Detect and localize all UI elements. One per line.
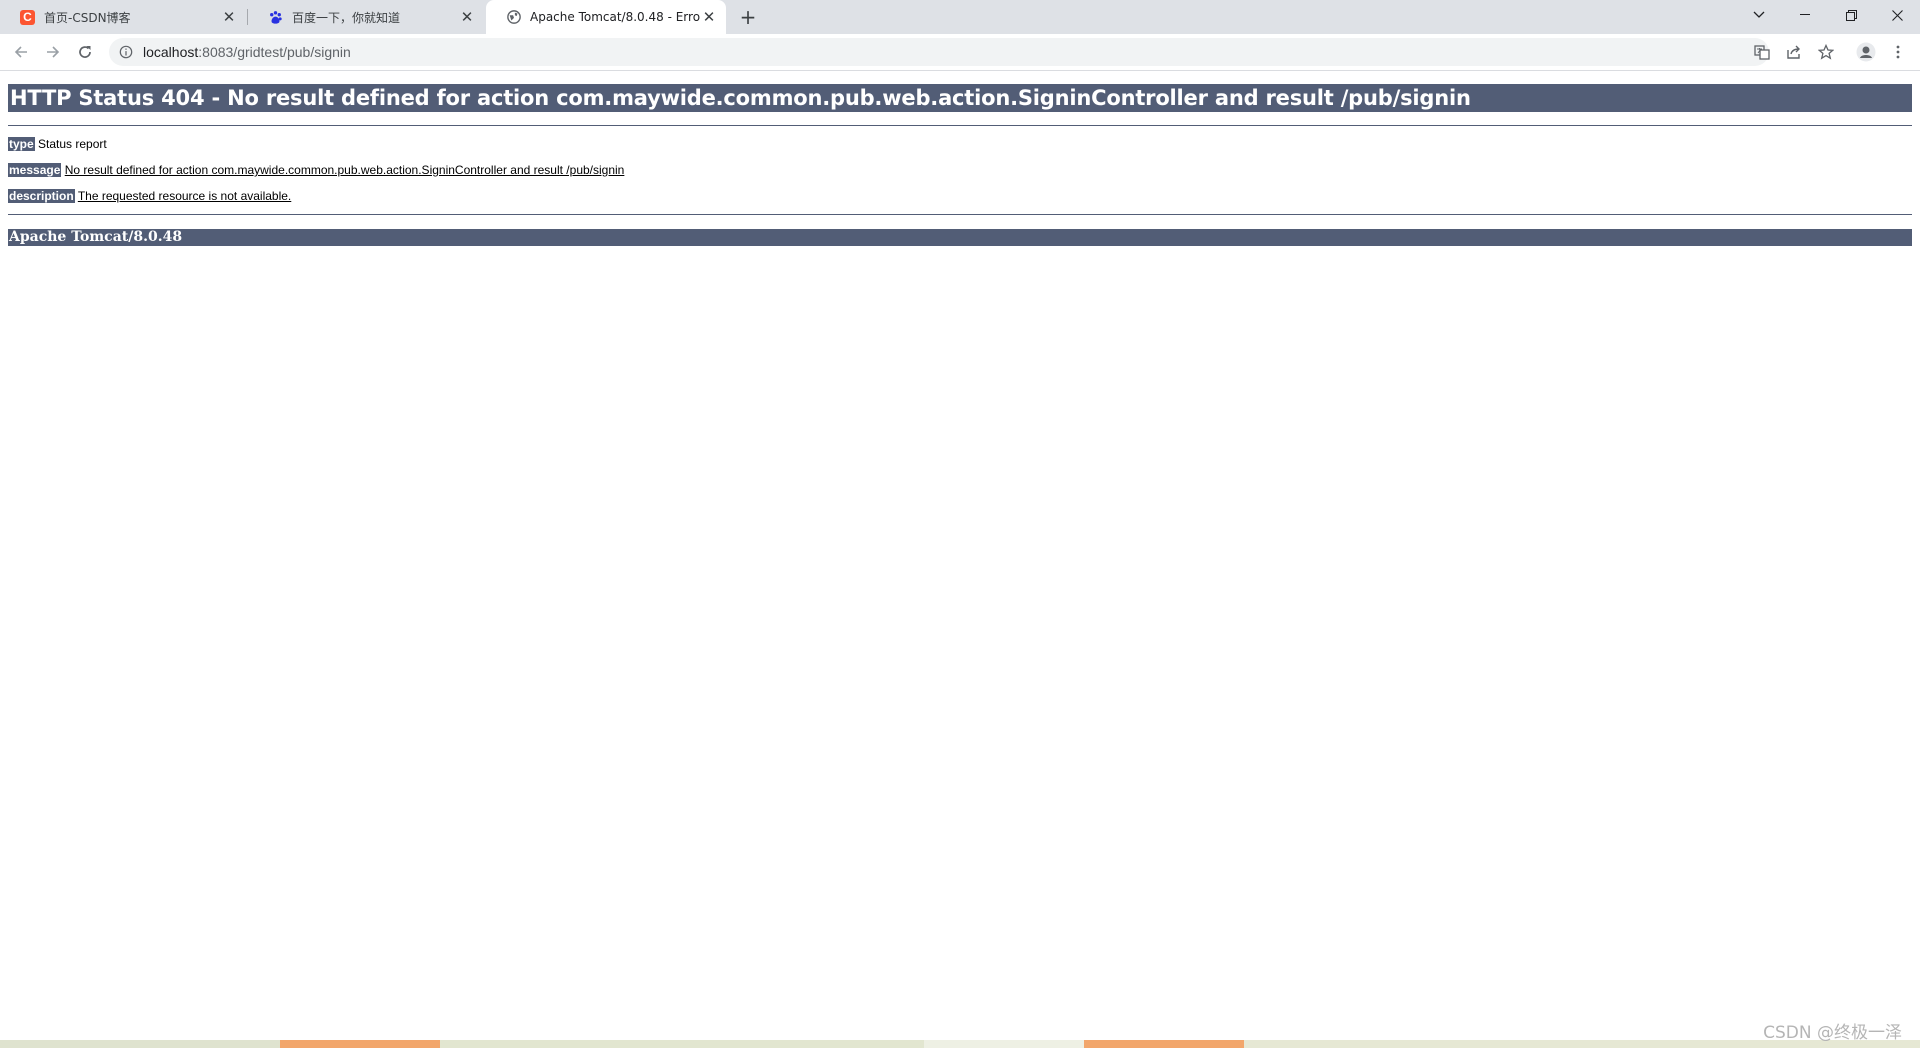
- arrow-right-icon: [47, 46, 60, 58]
- address-url: localhost:8083/gridtest/pub/signin: [143, 44, 351, 60]
- tab-tomcat-error[interactable]: Apache Tomcat/8.0.48 - Error r ✕: [486, 0, 726, 34]
- new-tab-button[interactable]: +: [738, 7, 758, 27]
- message-row: message No result defined for action com…: [8, 162, 1912, 178]
- translate-icon: [1754, 45, 1770, 60]
- back-button[interactable]: [7, 38, 35, 66]
- close-window-button[interactable]: [1874, 0, 1920, 30]
- close-tab-icon[interactable]: ✕: [458, 8, 476, 26]
- tab-strip: C 首页-CSDN博客 ✕ 百度一下，你就知道 ✕ Apache Tomcat/…: [0, 0, 1920, 34]
- forward-button[interactable]: [39, 38, 67, 66]
- browser-toolbar: localhost:8083/gridtest/pub/signin: [0, 34, 1920, 71]
- error-heading: HTTP Status 404 - No result defined for …: [8, 84, 1912, 112]
- address-bar[interactable]: localhost:8083/gridtest/pub/signin: [109, 38, 1770, 66]
- profile-button[interactable]: [1852, 38, 1880, 66]
- description-row: description The requested resource is no…: [8, 188, 1912, 204]
- share-button[interactable]: [1780, 38, 1808, 66]
- share-icon: [1787, 45, 1800, 59]
- bottom-strip: [0, 1040, 1920, 1048]
- url-path: :8083/gridtest/pub/signin: [198, 44, 351, 60]
- type-label: type: [8, 137, 35, 151]
- type-value: Status report: [38, 137, 107, 151]
- description-label: description: [8, 189, 75, 203]
- star-icon: [1818, 44, 1834, 60]
- arrow-left-icon: [14, 46, 27, 58]
- tab-baidu[interactable]: 百度一下，你就知道 ✕: [248, 0, 484, 34]
- translate-button[interactable]: [1751, 41, 1773, 63]
- description-value: The requested resource is not available.: [77, 189, 292, 203]
- more-vert-icon: [1896, 45, 1900, 59]
- menu-button[interactable]: [1884, 38, 1912, 66]
- close-tab-icon[interactable]: ✕: [220, 8, 238, 26]
- baidu-paw-icon: [268, 10, 283, 25]
- reload-button[interactable]: [71, 38, 99, 66]
- minimize-icon: [1800, 14, 1810, 15]
- bookmark-button[interactable]: [1812, 38, 1840, 66]
- info-icon[interactable]: [119, 45, 133, 59]
- csdn-icon: C: [20, 9, 35, 25]
- chevron-down-icon: [1753, 11, 1765, 18]
- close-tab-icon[interactable]: ✕: [700, 8, 718, 26]
- globe-icon: [506, 10, 521, 25]
- tab-search-button[interactable]: [1736, 0, 1782, 30]
- divider: [8, 125, 1912, 126]
- message-label: message: [8, 163, 62, 177]
- restore-icon: [1845, 9, 1857, 21]
- page-content: HTTP Status 404 - No result defined for …: [8, 71, 1912, 246]
- tab-title: 首页-CSDN博客: [44, 10, 131, 25]
- type-row: type Status report: [8, 136, 1912, 152]
- minimize-button[interactable]: [1782, 0, 1828, 30]
- reload-icon: [79, 46, 91, 58]
- restore-button[interactable]: [1828, 0, 1874, 30]
- tab-title: Apache Tomcat/8.0.48 - Error r: [530, 10, 700, 24]
- close-icon: [1891, 9, 1903, 21]
- tab-csdn[interactable]: C 首页-CSDN博客 ✕: [0, 0, 246, 34]
- avatar-icon: [1856, 42, 1876, 62]
- server-footer: Apache Tomcat/8.0.48: [8, 229, 1912, 246]
- tab-title: 百度一下，你就知道: [292, 10, 401, 25]
- watermark-text: CSDN @终极一泽: [1763, 1023, 1902, 1043]
- message-value: No result defined for action com.maywide…: [64, 163, 625, 177]
- url-host: localhost: [143, 44, 199, 60]
- divider: [8, 214, 1912, 215]
